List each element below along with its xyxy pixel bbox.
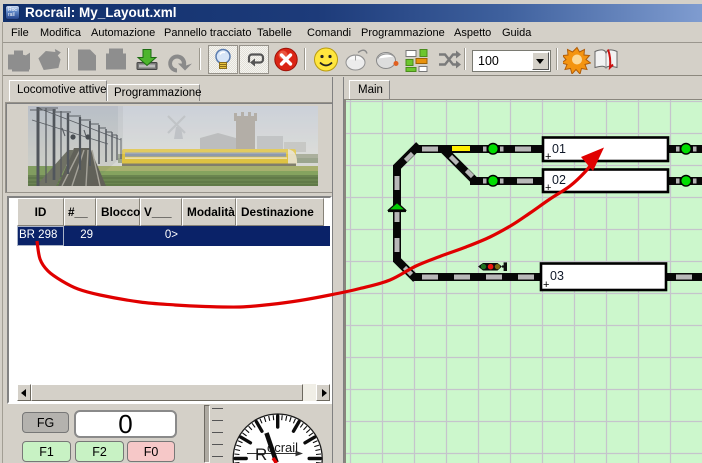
svg-text:02: 02 bbox=[552, 173, 566, 187]
svg-text:+: + bbox=[545, 182, 551, 194]
svg-text:+: + bbox=[545, 151, 551, 163]
svg-text:01: 01 bbox=[552, 142, 566, 156]
svg-text:R: R bbox=[255, 445, 267, 463]
svg-text:03: 03 bbox=[550, 269, 564, 283]
svg-text:+: + bbox=[543, 279, 549, 291]
